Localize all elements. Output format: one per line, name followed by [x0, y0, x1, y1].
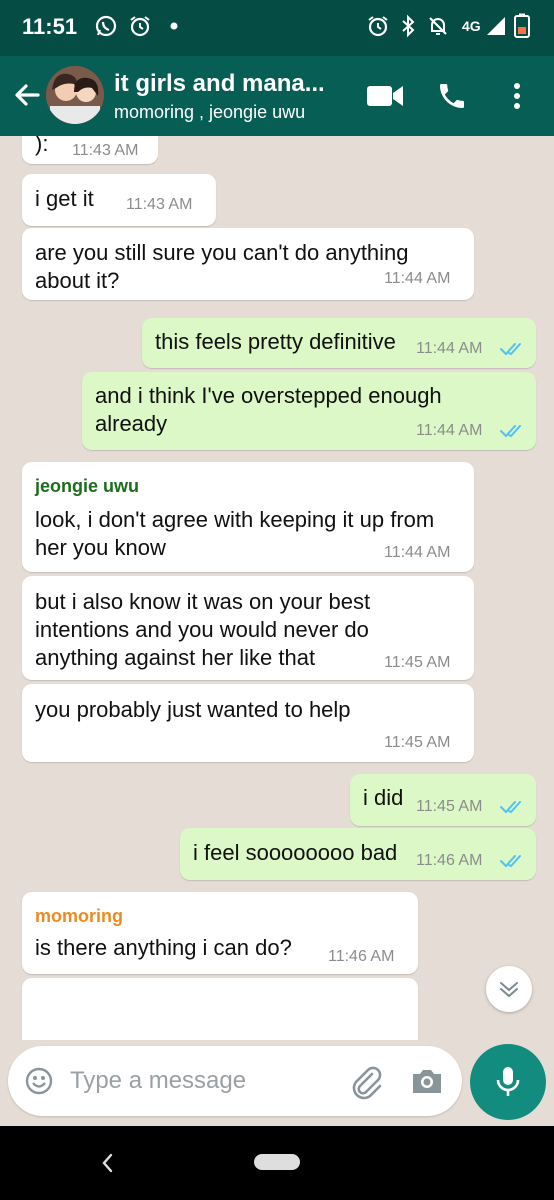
- chat-participants[interactable]: momoring , jeongie uwu: [114, 102, 305, 123]
- double-chevron-down-icon: [500, 982, 518, 998]
- message-time: 11:45 AM: [384, 734, 451, 751]
- message-time: 11:45 AM: [384, 654, 451, 671]
- message-time: 11:45 AM: [416, 798, 483, 815]
- voice-message-button[interactable]: [470, 1044, 546, 1120]
- alarm-icon: [128, 14, 152, 38]
- message-text: i get it: [35, 186, 94, 211]
- message-time: 11:43 AM: [72, 142, 139, 159]
- sender-name[interactable]: jeongie uwu: [35, 476, 139, 497]
- message-incoming[interactable]: but i also know it was on your best inte…: [22, 576, 474, 680]
- message-incoming[interactable]: [22, 978, 418, 1040]
- bluetooth-icon: [396, 14, 420, 38]
- message-text: i did: [363, 785, 404, 810]
- message-incoming[interactable]: ): 11:43 AM: [22, 136, 158, 164]
- message-outgoing[interactable]: and i think I've overstepped enough alre…: [82, 372, 536, 450]
- message-incoming[interactable]: are you still sure you can't do anything…: [22, 228, 474, 300]
- message-time: 11:43 AM: [126, 196, 193, 213]
- message-text: but i also know it was on your best inte…: [35, 589, 371, 670]
- read-receipt-icon: [500, 343, 521, 356]
- message-time: 11:46 AM: [328, 948, 395, 965]
- message-time: 11:44 AM: [384, 270, 451, 287]
- video-call-icon[interactable]: [366, 76, 404, 116]
- emoji-icon[interactable]: [24, 1066, 54, 1096]
- message-outgoing[interactable]: i did 11:45 AM: [350, 774, 536, 826]
- message-text: you probably just wanted to help: [35, 697, 351, 722]
- message-text: this feels pretty definitive: [155, 329, 396, 354]
- message-outgoing[interactable]: this feels pretty definitive 11:44 AM: [142, 318, 536, 368]
- chat-messages[interactable]: ): 11:43 AM i get it 11:43 AM are you st…: [0, 136, 554, 1040]
- more-options-icon[interactable]: [510, 76, 524, 116]
- back-arrow-icon[interactable]: [10, 78, 44, 112]
- message-text: is there anything i can do?: [35, 935, 292, 960]
- voice-call-icon[interactable]: [436, 76, 468, 116]
- nav-back-icon[interactable]: [96, 1150, 118, 1176]
- group-avatar[interactable]: [46, 66, 104, 124]
- message-incoming[interactable]: jeongie uwu look, i don't agree with kee…: [22, 462, 474, 572]
- message-time: 11:44 AM: [384, 544, 451, 561]
- message-incoming[interactable]: momoring is there anything i can do? 11:…: [22, 892, 418, 974]
- read-receipt-icon: [500, 425, 521, 438]
- dot-icon: [162, 14, 186, 38]
- alarm-icon: [366, 14, 390, 38]
- nav-home-pill[interactable]: [254, 1154, 300, 1170]
- camera-icon[interactable]: [410, 1066, 444, 1096]
- message-outgoing[interactable]: i feel soooooooo bad 11:46 AM: [180, 828, 536, 880]
- message-composer: Type a message: [8, 1046, 462, 1116]
- whatsapp-icon: [94, 14, 118, 38]
- message-time: 11:44 AM: [416, 340, 483, 357]
- sender-name[interactable]: momoring: [35, 906, 123, 927]
- mute-icon: [426, 14, 450, 38]
- attach-icon[interactable]: [348, 1064, 384, 1100]
- signal-icon: [484, 14, 508, 38]
- message-time: 11:44 AM: [416, 422, 483, 439]
- message-text: ):: [35, 136, 49, 156]
- message-text: i feel soooooooo bad: [193, 840, 398, 865]
- status-bar: 11:51 4G: [0, 0, 554, 56]
- battery-icon: [510, 13, 534, 38]
- message-incoming[interactable]: you probably just wanted to help 11:45 A…: [22, 684, 474, 762]
- chat-header: it girls and mana... momoring , jeongie …: [0, 56, 554, 136]
- message-time: 11:46 AM: [416, 852, 483, 869]
- microphone-icon: [496, 1067, 520, 1096]
- message-incoming[interactable]: i get it 11:43 AM: [22, 174, 216, 226]
- network-label: 4G: [462, 18, 481, 34]
- read-receipt-icon: [500, 855, 521, 868]
- chat-title[interactable]: it girls and mana...: [114, 70, 325, 98]
- read-receipt-icon: [500, 801, 521, 814]
- system-nav-bar: [0, 1126, 554, 1200]
- status-time: 11:51: [22, 14, 78, 39]
- scroll-to-bottom-button[interactable]: [486, 966, 532, 1012]
- message-input[interactable]: Type a message: [70, 1067, 246, 1095]
